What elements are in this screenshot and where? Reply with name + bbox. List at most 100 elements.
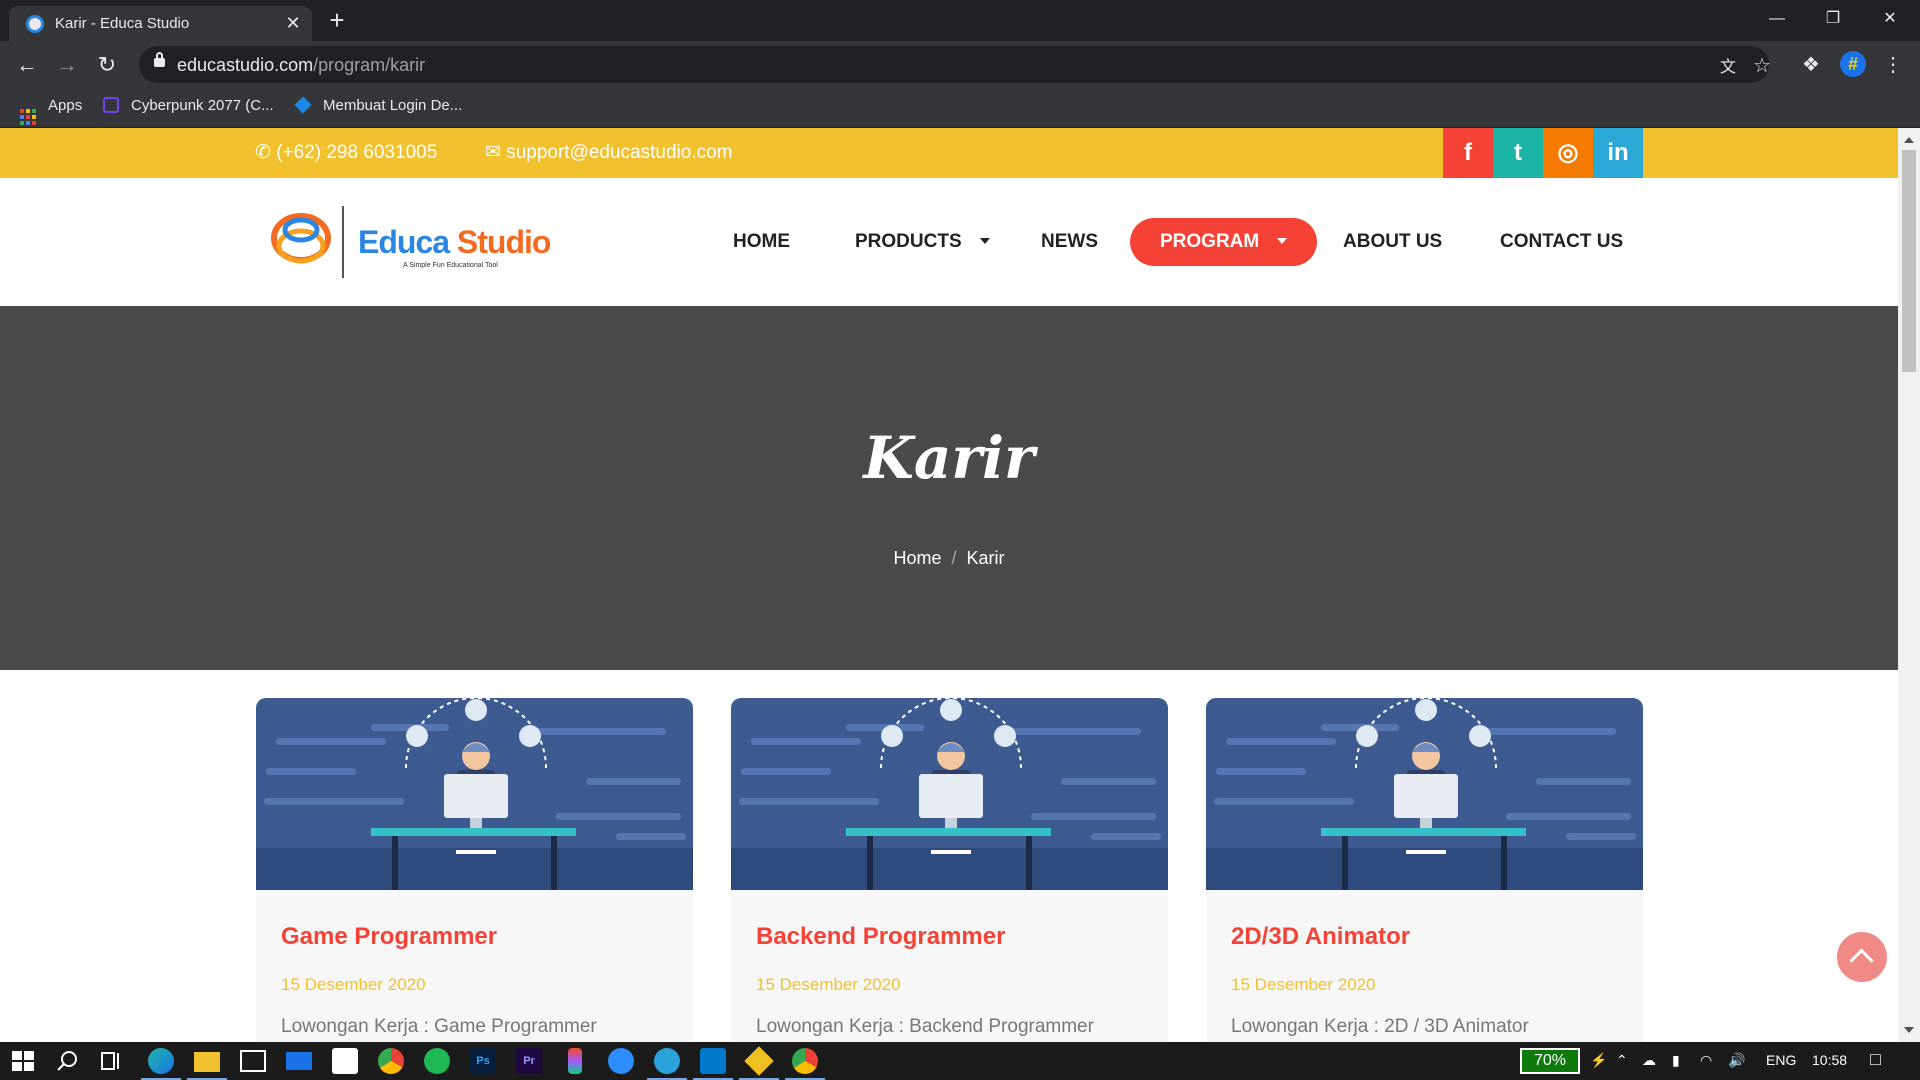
nav-program[interactable]: PROGRAM: [1130, 218, 1318, 266]
mail-icon[interactable]: [286, 1052, 312, 1070]
scroll-up-arrow-icon[interactable]: [1904, 137, 1914, 143]
bookmark-apps[interactable]: Apps: [20, 97, 82, 125]
scroll-down-arrow-icon[interactable]: [1904, 1027, 1914, 1033]
card-date: 15 Desember 2020: [756, 975, 901, 994]
card-description: Lowongan Kerja : Backend Programmer: [756, 1016, 1094, 1037]
card-title[interactable]: Game Programmer: [281, 923, 497, 951]
wifi-icon[interactable]: ◠: [1700, 1052, 1712, 1069]
git-kraken-icon[interactable]: [744, 1046, 774, 1076]
vscode-icon[interactable]: [700, 1048, 726, 1074]
notifications-icon[interactable]: □: [1870, 1049, 1881, 1070]
nav-home[interactable]: HOME: [733, 218, 790, 266]
nav-about-us[interactable]: ABOUT US: [1343, 218, 1442, 266]
notion-icon[interactable]: [332, 1048, 358, 1074]
breadcrumb-home-link[interactable]: Home: [893, 548, 941, 568]
extensions-puzzle-icon[interactable]: ❖: [1798, 52, 1824, 77]
programmer-illustration: [731, 698, 1168, 890]
bookmark-cyberpunk[interactable]: Cyberpunk 2077 (C...: [103, 97, 274, 114]
nav-news[interactable]: NEWS: [1041, 218, 1098, 266]
facebook-icon[interactable]: f: [1443, 128, 1493, 178]
career-card[interactable]: Backend Programmer 15 Desember 2020 Lowo…: [731, 698, 1168, 1042]
battery-indicator[interactable]: 70%: [1520, 1048, 1580, 1074]
figma-icon[interactable]: [568, 1048, 582, 1074]
translate-icon[interactable]: 文: [1715, 53, 1741, 77]
logo-wordmark: Educa Studio: [358, 224, 551, 260]
spotify-icon[interactable]: [424, 1048, 450, 1074]
nav-products[interactable]: PRODUCTS: [855, 218, 990, 266]
site-header: Educa Studio A Simple Fun Educational To…: [0, 178, 1898, 306]
bookmarks-bar: Apps Cyberpunk 2077 (C... Membuat Login …: [0, 88, 1920, 128]
scrollbar-thumb[interactable]: [1902, 150, 1916, 372]
minimize-icon[interactable]: —: [1754, 4, 1800, 34]
bookmark-star-icon[interactable]: ☆: [1749, 53, 1775, 78]
tray-chevron-icon[interactable]: ⌃: [1616, 1052, 1628, 1069]
windows-start-icon[interactable]: [10, 1048, 36, 1074]
extension-hash-icon[interactable]: #: [1840, 51, 1866, 77]
career-card[interactable]: Game Programmer 15 Desember 2020 Lowonga…: [256, 698, 693, 1042]
programmer-illustration: [256, 698, 693, 890]
email-contact[interactable]: ✉ support@educastudio.com: [485, 141, 733, 164]
logo-swirl-icon: [271, 213, 331, 264]
page-hero-banner: Karir Home / Karir: [0, 306, 1898, 670]
lock-icon: [154, 52, 165, 67]
chrome-icon[interactable]: [378, 1048, 404, 1074]
contact-topbar: ✆ (+62) 298 6031005 ✉ support@educastudi…: [0, 128, 1898, 178]
educa-studio-logo[interactable]: Educa Studio A Simple Fun Educational To…: [268, 202, 558, 282]
new-tab-button[interactable]: +: [322, 5, 352, 35]
programmer-illustration: [1206, 698, 1643, 890]
telegram-icon[interactable]: [654, 1048, 680, 1074]
power-plug-icon: ⚡: [1590, 1052, 1608, 1068]
browser-tab[interactable]: Karir - Educa Studio ✕: [9, 6, 312, 41]
phone-contact[interactable]: ✆ (+62) 298 6031005: [255, 141, 437, 164]
chrome-active-icon[interactable]: [792, 1048, 818, 1074]
card-title[interactable]: 2D/3D Animator: [1231, 923, 1410, 951]
card-title[interactable]: Backend Programmer: [756, 923, 1005, 951]
twitter-icon[interactable]: t: [1493, 128, 1543, 178]
scroll-to-top-button[interactable]: [1837, 932, 1887, 982]
clock-time[interactable]: 10:58: [1812, 1052, 1847, 1068]
breadcrumb: Home / Karir: [893, 548, 1005, 568]
edge-icon[interactable]: [148, 1048, 174, 1074]
bookmark-membuat-login[interactable]: Membuat Login De...: [294, 96, 462, 114]
tab-title: Karir - Educa Studio: [55, 15, 190, 32]
task-view-icon[interactable]: [99, 1048, 125, 1074]
onedrive-cloud-icon[interactable]: ☁: [1642, 1052, 1656, 1069]
phone-icon: ✆: [255, 142, 271, 163]
page-scrollbar[interactable]: [1898, 128, 1920, 1042]
address-url[interactable]: educastudio.com/program/karir: [177, 55, 425, 76]
volume-icon[interactable]: 🔊: [1728, 1052, 1745, 1069]
store-icon[interactable]: [240, 1050, 266, 1072]
zoom-icon[interactable]: [608, 1048, 634, 1074]
apps-grid-icon: [20, 109, 36, 125]
input-language[interactable]: ENG: [1766, 1052, 1796, 1068]
window-close-icon[interactable]: ✕: [1867, 4, 1913, 34]
tab-close-icon[interactable]: ✕: [282, 12, 304, 34]
browser-toolbar: ← → ↻ educastudio.com/program/karir 文 ☆ …: [0, 41, 1920, 88]
card-description: Lowongan Kerja : Game Programmer: [281, 1016, 597, 1037]
card-date: 15 Desember 2020: [281, 975, 426, 994]
restore-icon[interactable]: ❐: [1810, 4, 1856, 34]
search-icon[interactable]: [55, 1048, 81, 1074]
reload-icon[interactable]: ↻: [92, 50, 122, 80]
career-card[interactable]: 2D/3D Animator 15 Desember 2020 Lowongan…: [1206, 698, 1643, 1042]
windows-taskbar: Ps Pr 70% ⚡ ⌃ ☁ ▮ ◠ 🔊 ENG 10:58 □: [0, 1042, 1920, 1080]
bookmark-favicon-icon: [103, 97, 119, 113]
file-explorer-icon[interactable]: [194, 1052, 220, 1072]
premiere-icon[interactable]: Pr: [516, 1048, 542, 1074]
instagram-icon[interactable]: ◎: [1543, 128, 1593, 178]
bookmark-favicon-icon: [294, 96, 312, 114]
nav-contact-us[interactable]: CONTACT US: [1500, 218, 1623, 266]
address-bar[interactable]: educastudio.com/program/karir 文 ☆: [139, 46, 1771, 83]
battery-icon[interactable]: ▮: [1672, 1052, 1680, 1069]
breadcrumb-current: Karir: [966, 548, 1005, 568]
card-description: Lowongan Kerja : 2D / 3D Animator: [1231, 1016, 1529, 1037]
browser-menu-icon[interactable]: ⋮: [1880, 52, 1906, 77]
back-arrow-icon[interactable]: ←: [12, 50, 42, 80]
site-favicon-icon: [26, 15, 44, 33]
envelope-icon: ✉: [485, 142, 501, 163]
linkedin-icon[interactable]: in: [1593, 128, 1643, 178]
dropdown-caret-icon: [979, 238, 990, 244]
forward-arrow-icon[interactable]: →: [52, 50, 82, 80]
photoshop-icon[interactable]: Ps: [470, 1048, 496, 1074]
browser-tab-strip: Karir - Educa Studio ✕ + — ❐ ✕: [0, 0, 1920, 41]
